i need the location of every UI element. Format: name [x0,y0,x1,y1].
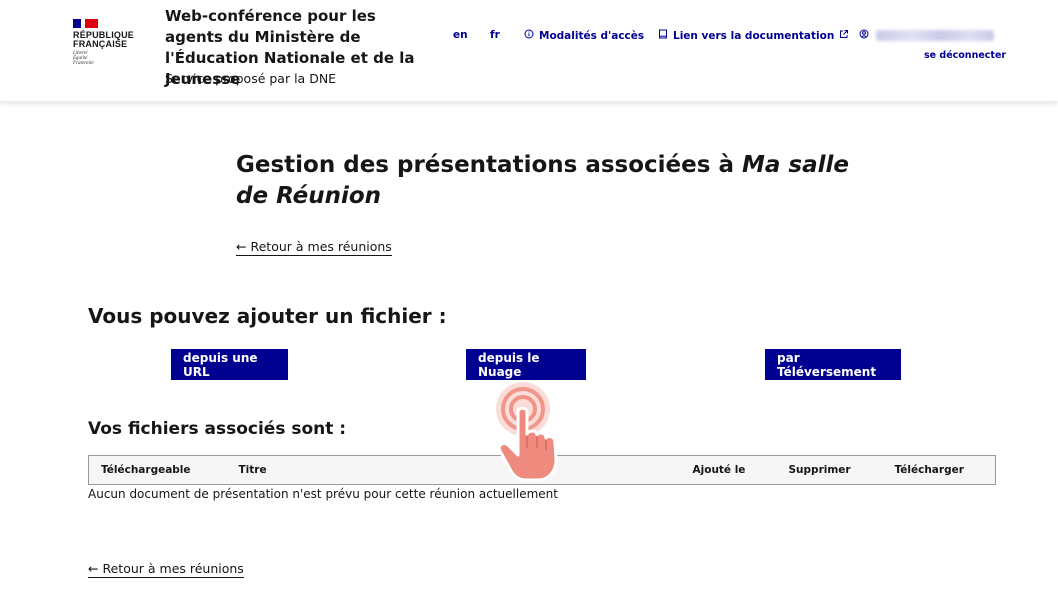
add-file-heading: Vous pouvez ajouter un fichier : [88,304,447,328]
access-info-label: Modalités d'accès [539,29,645,42]
info-icon [524,29,534,42]
logo-devise-fraternite: Fraternité [73,61,94,66]
table-header-row: Téléchargeable Titre Ajouté le Supprimer… [88,455,996,485]
col-added-on: Ajouté le [692,455,789,485]
col-delete: Supprimer [788,455,895,485]
empty-files-message: Aucun document de présentation n'est pré… [88,487,558,501]
back-link-label-bottom: Retour à mes réunions [102,561,244,576]
service-tagline: Service proposé par la DNE [165,71,337,86]
lang-en-link[interactable]: en [453,29,468,41]
lang-fr-link[interactable]: fr [490,29,500,41]
col-title: Titre [238,455,693,485]
back-to-meetings-link-bottom[interactable]: ← Retour à mes réunions [88,561,244,578]
associated-files-heading: Vos fichiers associés sont : [88,419,347,439]
add-from-cloud-button[interactable]: depuis le Nuage [466,349,586,380]
back-link-label-top: Retour à mes réunions [250,239,392,254]
external-link-icon [839,29,849,42]
access-info-link[interactable]: Modalités d'accès [524,29,644,42]
user-name-blurred [876,30,994,41]
book-icon [658,29,668,42]
french-flag-icon [73,19,98,28]
upload-file-button[interactable]: par Téléversement [765,349,901,380]
arrow-left-icon: ← [88,561,99,576]
lang-fr-label: fr [490,29,500,41]
col-download: Télécharger [894,455,996,485]
site-header: RÉPUBLIQUE FRANÇAISE Liberté Égalité Fra… [0,0,1058,102]
republique-francaise-logo[interactable]: RÉPUBLIQUE FRANÇAISE Liberté Égalité Fra… [73,19,143,66]
arrow-left-icon: ← [236,239,247,254]
user-icon [859,29,869,42]
col-downloadable: Téléchargeable [88,455,239,485]
lang-en-label: en [453,29,468,41]
documentation-link[interactable]: Lien vers la documentation [658,29,849,42]
user-account-menu[interactable] [859,29,869,42]
logo-line-2: FRANÇAISE [73,39,128,49]
files-table: Téléchargeable Titre Ajouté le Supprimer… [88,455,996,485]
back-to-meetings-link-top[interactable]: ← Retour à mes réunions [236,239,392,256]
documentation-label: Lien vers la documentation [673,29,835,42]
page-title: Gestion des présentations associées à Ma… [236,150,876,212]
page-title-prefix: Gestion des présentations associées à [236,152,742,178]
add-from-url-button[interactable]: depuis une URL [171,349,288,380]
logout-link[interactable]: se déconnecter [924,50,1006,61]
